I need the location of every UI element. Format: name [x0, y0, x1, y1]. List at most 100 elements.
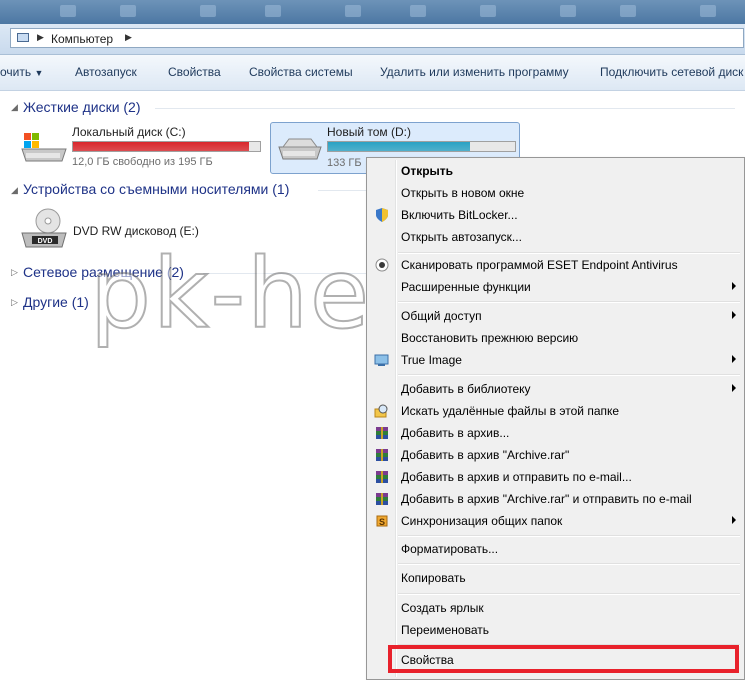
menu-item-archive-rar-and-email[interactable]: Добавить в архив "Archive.rar" и отправи…	[369, 488, 742, 510]
breadcrumb-computer[interactable]: Компьютер	[51, 32, 113, 46]
blurred-icon	[480, 5, 496, 17]
menu-item-open-new-window[interactable]: Открыть в новом окне	[369, 182, 742, 204]
shield-icon	[376, 208, 388, 222]
menu-item-label: Синхронизация общих папок	[401, 514, 563, 528]
menu-item-label: Добавить в библиотеку	[401, 382, 531, 396]
menu-item-open[interactable]: Открыть	[369, 160, 742, 182]
toolbar-system-properties[interactable]: Свойства системы	[249, 65, 353, 79]
search-deleted-icon	[374, 404, 388, 418]
drive-c-free-space: 12,0 ГБ свободно из 195 ГБ	[72, 156, 213, 168]
menu-item-rename[interactable]: Переименовать	[369, 619, 742, 641]
winrar-icon	[376, 493, 388, 505]
drive-c-label: Локальный диск (C:)	[72, 125, 186, 139]
sync-icon: S	[376, 515, 388, 527]
window-titlebar	[0, 0, 745, 24]
drive-d-label: Новый том (D:)	[327, 125, 411, 139]
annotation-highlight-box	[388, 645, 739, 673]
menu-item-label: Переименовать	[401, 623, 489, 637]
drive-c[interactable]: Локальный диск (C:) 12,0 ГБ свободно из …	[18, 123, 266, 173]
menu-item-advanced[interactable]: Расширенные функции	[369, 276, 742, 298]
menu-item-true-image[interactable]: True Image	[369, 349, 742, 371]
group-divider	[318, 190, 366, 191]
true-image-icon	[374, 354, 389, 366]
menu-item-format[interactable]: Форматировать...	[369, 538, 742, 560]
toolbar-properties[interactable]: Свойства	[168, 65, 221, 79]
menu-item-autoplay[interactable]: Открыть автозапуск...	[369, 226, 742, 248]
drive-d-usage-bar	[327, 141, 516, 152]
menu-item-add-to-archive[interactable]: Добавить в архив...	[369, 422, 742, 444]
menu-item-label: Восстановить прежнюю версию	[401, 331, 579, 345]
menu-item-label: Расширенные функции	[401, 280, 531, 294]
breadcrumb-chevron-icon[interactable]: ▶	[37, 32, 44, 43]
menu-item-label: Общий доступ	[401, 309, 482, 323]
eset-icon	[375, 258, 389, 272]
blurred-icon	[345, 5, 361, 17]
winrar-icon	[376, 427, 388, 439]
blurred-icon	[60, 5, 76, 17]
blurred-icon	[200, 5, 216, 17]
menu-item-share[interactable]: Общий доступ	[369, 305, 742, 327]
menu-item-label: Добавить в архив...	[401, 426, 510, 440]
context-menu: Открыть Открыть в новом окне Включить Bi…	[366, 157, 745, 680]
submenu-arrow-icon	[732, 355, 736, 363]
blurred-icon	[700, 5, 716, 17]
menu-item-restore-previous[interactable]: Восстановить прежнюю версию	[369, 327, 742, 349]
submenu-arrow-icon	[732, 516, 736, 524]
menu-item-search-deleted[interactable]: Искать удалённые файлы в этой папке	[369, 400, 742, 422]
menu-separator	[398, 563, 740, 565]
computer-icon	[17, 33, 29, 42]
menu-item-add-to-library[interactable]: Добавить в библиотеку	[369, 378, 742, 400]
dvd-drive-icon: DVD	[21, 208, 67, 248]
menu-separator	[398, 301, 740, 303]
blurred-icon	[620, 5, 636, 17]
address-input[interactable]: ▶ Компьютер ▶	[10, 28, 744, 48]
submenu-arrow-icon	[732, 282, 736, 290]
group-divider	[155, 108, 735, 109]
drive-d-free-space: 133 ГБ	[327, 157, 362, 169]
menu-item-label: Сканировать программой ESET Endpoint Ant…	[401, 258, 678, 272]
svg-text:S: S	[379, 517, 385, 527]
menu-item-label: True Image	[401, 353, 462, 367]
group-hard-disks[interactable]: Жесткие диски (2)	[23, 99, 141, 115]
menu-item-label: Искать удалённые файлы в этой папке	[401, 404, 620, 418]
drive-e-label: DVD RW дисковод (E:)	[73, 224, 199, 238]
menu-item-label: Открыть в новом окне	[401, 186, 525, 200]
blurred-icon	[410, 5, 426, 17]
menu-item-label: Добавить в архив "Archive.rar" и отправи…	[401, 492, 692, 506]
menu-separator	[398, 535, 740, 537]
svg-text:DVD: DVD	[38, 238, 53, 245]
expand-arrow-icon[interactable]: ▷	[11, 267, 18, 278]
breadcrumb-chevron-icon[interactable]: ▶	[125, 32, 132, 43]
menu-item-label: Добавить в архив и отправить по e-mail..…	[401, 470, 632, 484]
collapse-arrow-icon[interactable]: ◢	[11, 102, 18, 113]
command-bar: очить ▼ Автозапуск Свойства Свойства сис…	[0, 55, 745, 91]
toolbar-uninstall-program[interactable]: Удалить или изменить программу	[380, 65, 569, 79]
group-removable-devices[interactable]: Устройства со съемными носителями (1)	[23, 181, 289, 197]
menu-item-copy[interactable]: Копировать	[369, 567, 742, 589]
submenu-arrow-icon	[732, 384, 736, 392]
menu-separator	[398, 374, 740, 376]
winrar-icon	[376, 449, 388, 461]
group-other[interactable]: Другие (1)	[23, 294, 89, 310]
menu-item-add-to-archive-rar[interactable]: Добавить в архив "Archive.rar"	[369, 444, 742, 466]
drive-c-usage-bar	[72, 141, 261, 152]
hard-drive-icon	[278, 138, 322, 160]
menu-item-label: Открыть	[401, 164, 454, 178]
menu-item-eset-scan[interactable]: Сканировать программой ESET Endpoint Ant…	[369, 254, 742, 276]
drive-c-usage-fill	[73, 142, 249, 151]
collapse-arrow-icon[interactable]: ◢	[11, 185, 18, 196]
menu-item-label: Копировать	[401, 571, 466, 585]
blurred-icon	[120, 5, 136, 17]
menu-item-sync-shared-folders[interactable]: S Синхронизация общих папок	[369, 510, 742, 532]
menu-item-archive-and-email[interactable]: Добавить в архив и отправить по e-mail..…	[369, 466, 742, 488]
menu-item-label: Открыть автозапуск...	[401, 230, 522, 244]
blurred-icon	[560, 5, 576, 17]
address-bar: ▶ Компьютер ▶	[0, 24, 745, 55]
toolbar-map-network-drive[interactable]: Подключить сетевой диск	[600, 65, 743, 79]
expand-arrow-icon[interactable]: ▷	[11, 297, 18, 308]
toolbar-autoplay[interactable]: Автозапуск	[75, 65, 137, 79]
menu-item-create-shortcut[interactable]: Создать ярлык	[369, 597, 742, 619]
menu-item-bitlocker[interactable]: Включить BitLocker...	[369, 204, 742, 226]
toolbar-organize[interactable]: очить ▼	[0, 65, 43, 79]
winrar-icon	[376, 471, 388, 483]
